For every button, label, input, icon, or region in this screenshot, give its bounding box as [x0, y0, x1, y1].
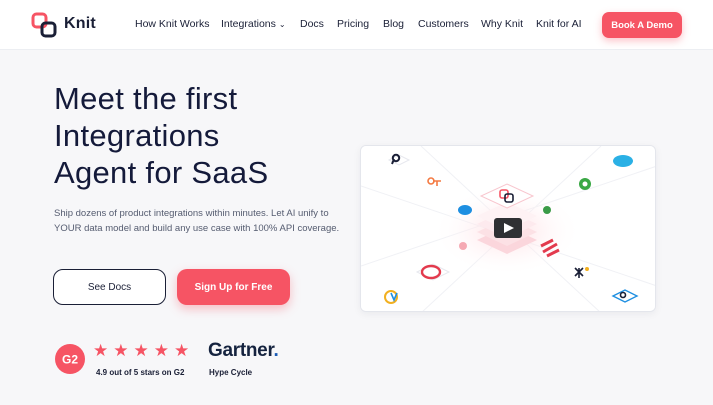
- nav-link-docs[interactable]: Docs: [300, 18, 337, 30]
- play-button[interactable]: [494, 218, 522, 238]
- hero-title-line-2: Integrations: [54, 118, 220, 153]
- see-docs-button[interactable]: See Docs: [53, 269, 166, 305]
- app-icon: [579, 178, 591, 190]
- hero-title-line-3: Agent for SaaS: [54, 155, 269, 190]
- app-icon: [458, 205, 472, 215]
- nav-link-pricing[interactable]: Pricing: [337, 18, 383, 30]
- knit-logo-icon[interactable]: [31, 12, 57, 38]
- nav-link-integrations[interactable]: Integrations ⌄: [221, 18, 300, 30]
- nav-link-how-knit-works[interactable]: How Knit Works: [135, 18, 221, 30]
- sign-up-button[interactable]: Sign Up for Free: [177, 269, 290, 305]
- app-icon: [613, 155, 633, 167]
- star-icon: ★: [133, 341, 149, 360]
- star-icon: ★: [93, 341, 109, 360]
- g2-rating-text: 4.9 out of 5 stars on G2: [96, 368, 185, 377]
- integrations-illustration: [361, 146, 655, 311]
- star-icon: ★: [174, 341, 190, 360]
- brand-name[interactable]: Knit: [64, 15, 96, 33]
- gartner-logo: Gartner.: [208, 340, 279, 361]
- star-icon: ★: [153, 341, 169, 360]
- hype-cycle-caption: Hype Cycle: [209, 368, 253, 377]
- app-icon: [543, 206, 551, 214]
- g2-badge-icon: G2: [55, 344, 85, 374]
- hero-title: Meet the first Integrations Agent for Sa…: [54, 80, 354, 191]
- nav-links: How Knit Works Integrations ⌄ Docs Pricin…: [135, 18, 582, 30]
- chevron-down-icon: ⌄: [278, 20, 286, 29]
- star-rating: ★ ★ ★ ★ ★: [93, 341, 194, 361]
- hero-description: Ship dozens of product integrations with…: [54, 208, 340, 234]
- video-player[interactable]: [360, 145, 656, 312]
- book-demo-button[interactable]: Book A Demo: [602, 12, 682, 38]
- nav-link-blog[interactable]: Blog: [383, 18, 418, 30]
- star-icon: ★: [113, 341, 129, 360]
- app-icon: [459, 242, 467, 250]
- hero-title-line-1: Meet the first: [54, 81, 238, 116]
- nav-link-knit-for-ai[interactable]: Knit for AI: [536, 18, 582, 30]
- g2-badge-label: G2: [62, 353, 78, 367]
- nav-link-why-knit[interactable]: Why Knit: [481, 18, 536, 30]
- nav-link-customers[interactable]: Customers: [418, 18, 481, 30]
- top-navbar: Knit How Knit Works Integrations ⌄ Docs P…: [0, 0, 713, 50]
